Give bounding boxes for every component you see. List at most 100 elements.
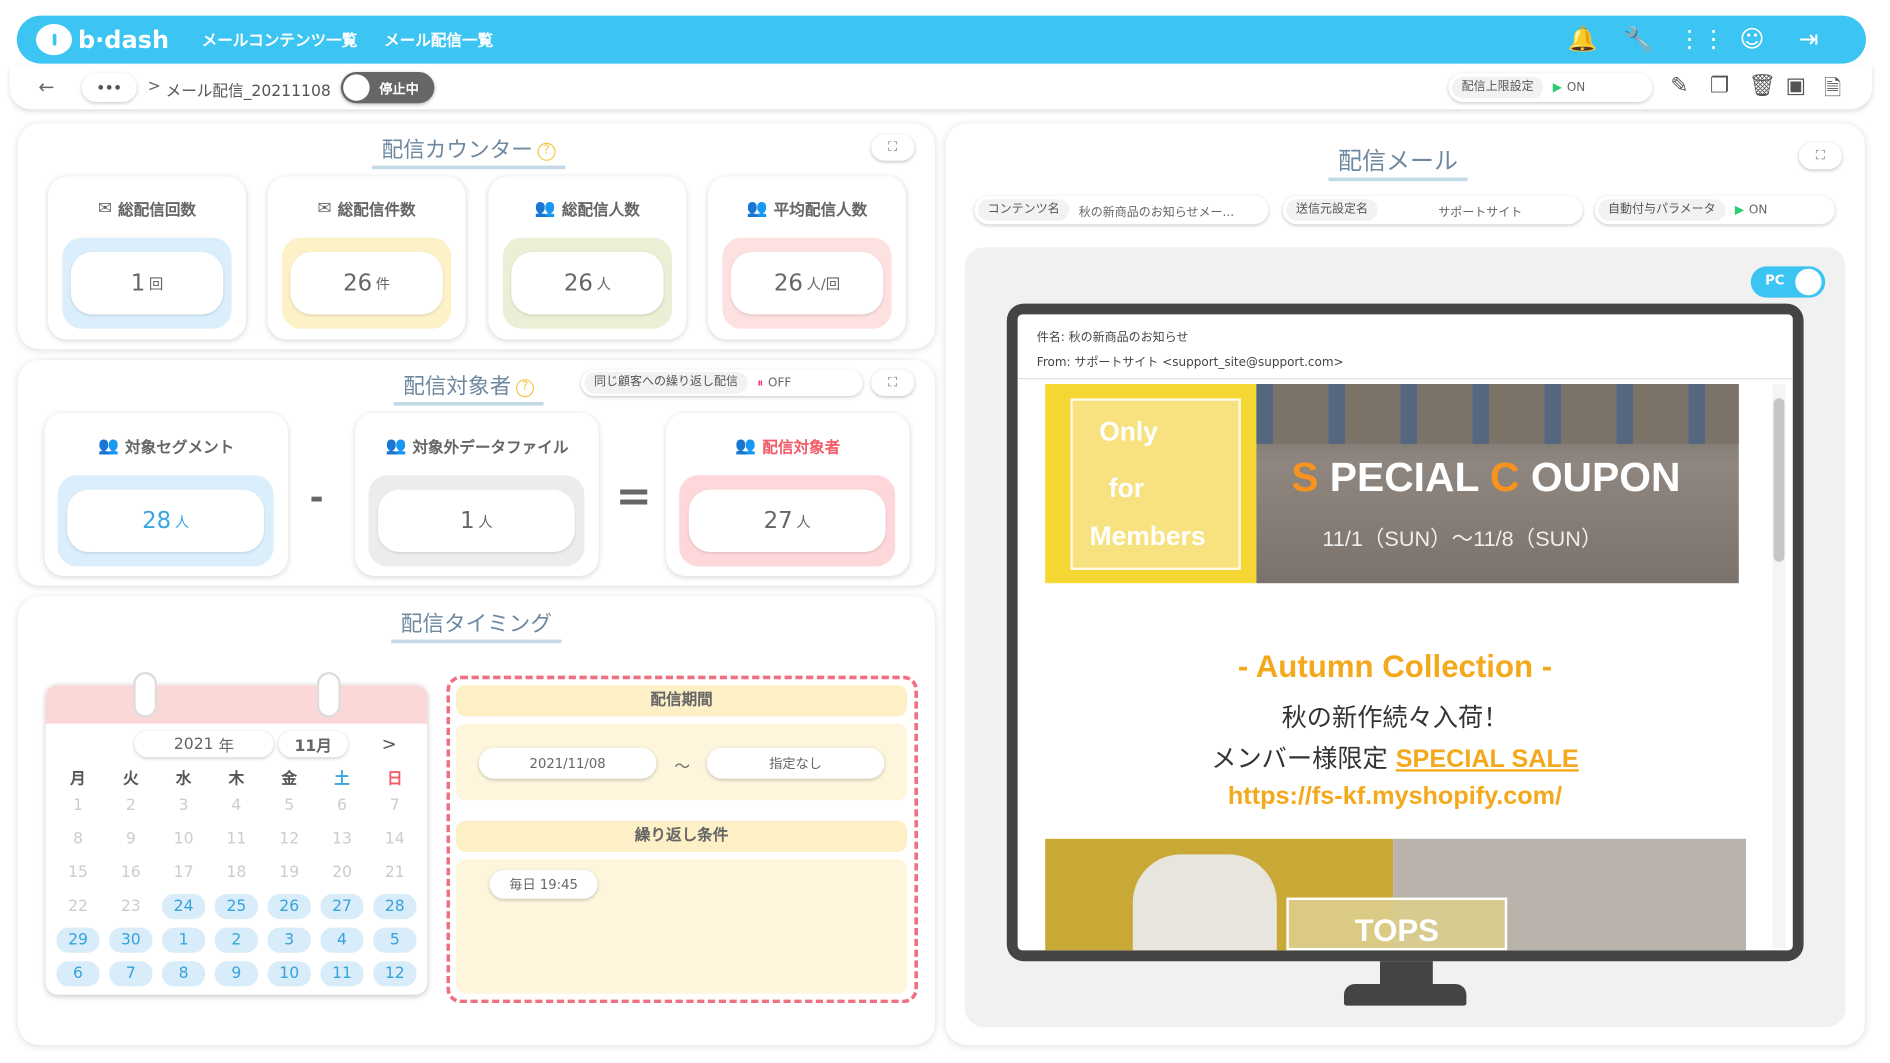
calendar-day[interactable]: 12 <box>373 961 417 987</box>
counter-value: 1回 <box>70 252 224 315</box>
help-icon[interactable]: ? <box>537 142 556 161</box>
calendar-day[interactable]: 29 <box>56 927 100 953</box>
month-select[interactable]: 11月 <box>278 730 348 758</box>
tops-label: TOPS <box>1354 912 1439 949</box>
mail-title: 配信メール <box>1328 142 1468 182</box>
bell-icon[interactable]: 🔔 <box>1565 20 1601 56</box>
breadcrumb-more-button[interactable]: ••• <box>81 73 137 103</box>
calendar-day: 12 <box>279 830 300 849</box>
mail-screen: 件名: 秋の新商品のお知らせ From: サポートサイト <support_si… <box>1017 314 1793 951</box>
shop-url-link[interactable]: https://fs-kf.myshopify.com/ <box>1018 782 1773 811</box>
counter-value: 26 件 <box>290 252 443 315</box>
segment-label: 👥 対象セグメント <box>98 436 235 458</box>
calendar-day[interactable]: 24 <box>162 894 206 920</box>
calendar-day: 23 <box>120 897 141 916</box>
special-sale-link[interactable]: SPECIAL SALE <box>1396 745 1579 773</box>
exclude-label: 👥 対象外データファイル <box>385 436 569 458</box>
end-date-input[interactable]: 指定なし <box>706 747 885 779</box>
envelope-icon: ✉ <box>97 198 113 218</box>
header-divider <box>1017 378 1793 380</box>
scrollbar-thumb[interactable] <box>1773 398 1785 562</box>
target-expand-button[interactable]: ⛶ <box>871 369 915 397</box>
wrench-icon[interactable]: 🔧 <box>1620 20 1656 56</box>
trash-icon[interactable]: 🗑 <box>1748 73 1775 98</box>
calendar-day[interactable]: 26 <box>267 894 311 920</box>
copy-icon[interactable]: ❐ <box>1710 73 1729 98</box>
calendar-day[interactable]: 25 <box>214 894 258 920</box>
document-icon[interactable]: 🗎 <box>1824 73 1841 109</box>
logo-text: b·dash <box>78 25 170 55</box>
calendar-day[interactable]: 30 <box>109 927 153 953</box>
mail-expand-button[interactable]: ⛶ <box>1798 142 1843 170</box>
segment-value: 28 人 <box>67 489 264 552</box>
edit-icon[interactable]: ✎ <box>1670 73 1688 98</box>
limit-state: ON <box>1566 81 1586 95</box>
calendar-day: 6 <box>337 796 347 815</box>
counter-expand-button[interactable]: ⛶ <box>871 134 915 161</box>
status-toggle-label: 停止中 <box>379 81 419 98</box>
bdash-logo[interactable]: b·dash <box>36 23 169 57</box>
toggle-knob <box>343 74 370 101</box>
start-date-input[interactable]: 2021/11/08 <box>478 747 657 779</box>
target-title: 配信対象者? <box>393 370 544 406</box>
param-state: ON <box>1748 203 1768 217</box>
next-month-button[interactable]: > <box>382 733 397 755</box>
calendar-day[interactable]: 27 <box>320 894 364 920</box>
calendar-day[interactable]: 9 <box>214 961 258 987</box>
archive-icon[interactable]: ▣ <box>1786 73 1806 98</box>
minus-sign: - <box>309 477 324 518</box>
calendar-day[interactable]: 8 <box>162 961 206 987</box>
banner-members: Members <box>1089 520 1206 551</box>
calendar-day[interactable]: 28 <box>373 894 417 920</box>
body-headline: - Autumn Collection - <box>1237 648 1553 684</box>
content-name-key: コンテンツ名 <box>978 199 1070 221</box>
limit-setting-chip[interactable]: 配信上限設定 ▶ ON <box>1448 73 1653 103</box>
exclude-value: 1人 <box>378 489 575 552</box>
calendar-day: 8 <box>73 830 83 849</box>
calendar-day: 7 <box>389 796 400 815</box>
year-select[interactable]: 2021 年 <box>134 730 274 758</box>
calendar-ring-right <box>316 672 341 718</box>
repeat-delivery-chip[interactable]: 同じ顧客への繰り返し配信 ⏸ OFF <box>580 369 863 397</box>
param-chip[interactable]: 自動付与パラメータ ▶ ON <box>1594 195 1835 225</box>
calendar-day: 5 <box>284 796 295 815</box>
counter-card-label: ✉ 総配信回数 <box>97 198 197 220</box>
monitor-stand <box>1344 984 1467 1006</box>
calendar-day[interactable]: 7 <box>109 961 153 987</box>
back-arrow-icon[interactable]: ← <box>38 76 54 99</box>
content-name-chip[interactable]: コンテンツ名 秋の新商品のお知らせメー... <box>974 195 1269 225</box>
calendar-ring-left <box>133 672 158 718</box>
logo-bubble-icon <box>36 24 72 56</box>
device-toggle[interactable]: PC <box>1750 266 1826 298</box>
calendar-day[interactable]: 5 <box>373 927 417 953</box>
calendar-day[interactable]: 3 <box>267 927 311 953</box>
calendar-day: 13 <box>332 830 352 849</box>
grid-icon[interactable]: ⋮⋮ <box>1678 20 1726 56</box>
body-line2: メンバー様限定 SPECIAL SALE <box>1211 744 1579 773</box>
calendar-day[interactable]: 10 <box>267 961 311 987</box>
sender-chip[interactable]: 送信元設定名 サポートサイト <box>1282 195 1583 225</box>
status-toggle[interactable]: 停止中 <box>340 72 435 104</box>
calendar-day[interactable]: 1 <box>162 927 206 953</box>
help-icon[interactable]: ? <box>516 378 534 397</box>
nav-content-list[interactable]: メールコンテンツ一覧 <box>202 28 358 50</box>
repeat-condition-chip[interactable]: 毎日 19:45 <box>489 870 598 899</box>
people-icon: 👥 <box>534 198 556 218</box>
result-value: 27 人 <box>688 489 886 552</box>
support-icon[interactable]: ☺ <box>1734 20 1770 56</box>
calendar-day[interactable]: 11 <box>320 961 364 987</box>
nav-delivery-list[interactable]: メール配信一覧 <box>384 28 493 50</box>
device-toggle-label: PC <box>1765 272 1785 288</box>
calendar-day[interactable]: 4 <box>320 927 364 953</box>
result-label: 👥 配信対象者 <box>735 436 841 458</box>
banner-for: for <box>1108 472 1144 503</box>
banner-only: Only <box>1099 416 1158 447</box>
calendar-day: 3 <box>178 796 189 815</box>
calendar-day[interactable]: 2 <box>214 927 258 953</box>
limit-setting-label: 配信上限設定 <box>1452 76 1544 99</box>
param-key: 自動付与パラメータ <box>1598 199 1726 221</box>
banner-legs-photo <box>1256 384 1739 445</box>
calendar-day[interactable]: 6 <box>56 961 100 987</box>
logout-icon[interactable]: ⇥ <box>1790 20 1826 56</box>
weekday-header: 日 <box>386 770 403 789</box>
